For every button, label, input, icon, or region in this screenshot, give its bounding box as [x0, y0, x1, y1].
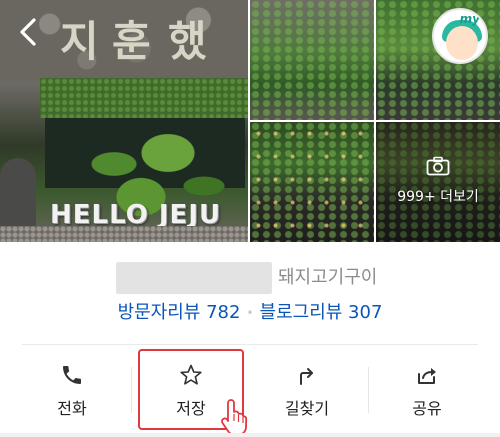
sign-char-1: 지	[60, 17, 99, 66]
bottom-divider	[0, 433, 500, 437]
directions-button[interactable]: 길찾기	[250, 345, 364, 437]
hedge-wall	[40, 78, 248, 118]
foliage-texture	[250, 0, 374, 120]
photo-thumbnail-1[interactable]	[250, 0, 374, 120]
action-separator	[131, 367, 132, 413]
sign-char-2: 훈	[112, 17, 151, 66]
back-button[interactable]	[14, 14, 44, 50]
call-label: 전화	[57, 399, 87, 418]
review-separator: •	[246, 306, 254, 320]
place-name-redacted	[116, 262, 272, 294]
action-separator	[368, 367, 369, 413]
sign-char-3: 했	[168, 17, 207, 66]
review-links: 방문자리뷰 782 • 블로그리뷰 307	[0, 300, 500, 326]
directions-icon	[300, 368, 313, 385]
save-label: 저장	[176, 399, 206, 418]
star-icon	[180, 364, 202, 385]
more-photos-button[interactable]: 999+ 더보기	[376, 122, 500, 242]
phone-icon	[63, 366, 81, 384]
blog-reviews-link[interactable]: 블로그리뷰 307	[260, 302, 383, 323]
share-button[interactable]: 공유	[372, 345, 482, 437]
visitor-reviews-link[interactable]: 방문자리뷰 782	[118, 302, 241, 323]
gravel-ground	[0, 226, 248, 242]
camera-icon	[426, 156, 450, 176]
more-photos-label: 999+ 더보기	[397, 189, 479, 205]
photo-gallery: 지 훈 했 HELLO JEJU my 999+ 더보기	[0, 0, 500, 242]
avatar-face	[446, 26, 478, 60]
share-label: 공유	[412, 399, 442, 418]
place-category: 돼지고기구이	[278, 267, 378, 288]
profile-badge-label: my	[459, 12, 480, 26]
call-button[interactable]: 전화	[20, 345, 124, 437]
photo-thumbnail-3[interactable]	[250, 122, 374, 242]
profile-badge[interactable]: my	[432, 8, 488, 64]
save-button[interactable]: 저장	[138, 345, 244, 437]
action-bar: 전화 저장 길찾기 공유	[0, 345, 500, 437]
chevron-left-icon	[20, 18, 36, 46]
string-lights	[250, 122, 374, 242]
share-icon	[418, 368, 436, 384]
directions-label: 길찾기	[284, 399, 330, 418]
